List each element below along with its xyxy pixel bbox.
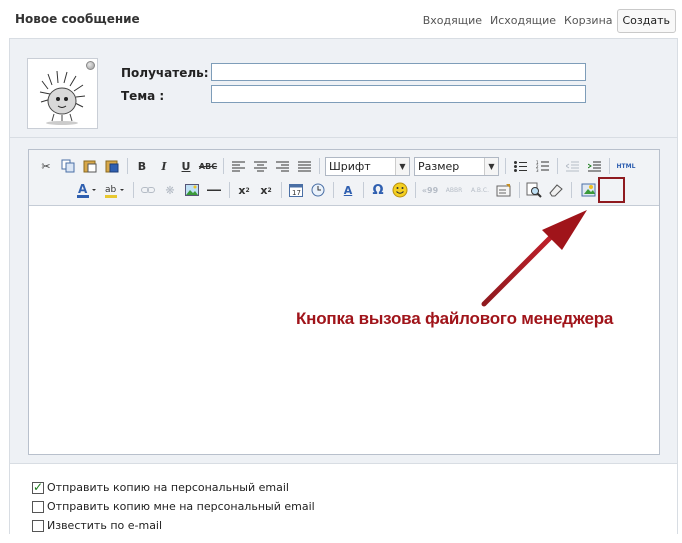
indent-icon[interactable] xyxy=(585,157,603,175)
italic-icon[interactable]: I xyxy=(155,157,173,175)
tab-inbox[interactable]: Входящие xyxy=(419,10,486,32)
calendar-icon[interactable]: 17 xyxy=(287,181,305,199)
font-style-icon[interactable]: A xyxy=(339,181,357,199)
editor-content-area[interactable] xyxy=(29,207,659,454)
option-send-copy-label: Отправить копию на персональный email xyxy=(47,481,289,494)
avatar xyxy=(27,58,98,129)
recipient-input[interactable] xyxy=(211,63,586,81)
toolbar-separator xyxy=(281,182,282,198)
editor-wrap: ✂ B I U ABC Шрифт ▼ Размер ▼ 1 2 3 HTML … xyxy=(10,139,677,463)
mail-tabs: Входящие Исходящие Корзина Создать xyxy=(419,9,676,33)
align-left-icon[interactable] xyxy=(229,157,247,175)
superscript-icon[interactable]: x2 xyxy=(257,181,275,199)
hedgehog-avatar-icon xyxy=(39,70,86,125)
recipient-area: Получатель: Тема : xyxy=(10,39,677,138)
svg-text:A: A xyxy=(78,182,88,196)
subscript-icon[interactable]: x2 xyxy=(235,181,253,199)
toolbar-separator xyxy=(519,182,520,198)
toolbar-row-2: A ab ❋ x2 x2 17 A Ω «99 ABBR A.B.C. xyxy=(75,179,605,201)
toolbar-separator xyxy=(505,158,506,174)
toolbar-separator xyxy=(557,158,558,174)
toolbar-separator xyxy=(223,158,224,174)
paste-icon[interactable] xyxy=(81,157,99,175)
chevron-down-icon: ▼ xyxy=(484,157,498,175)
option-send-copy-me[interactable]: Отправить копию мне на персональный emai… xyxy=(32,500,315,513)
preview-icon[interactable] xyxy=(525,181,543,199)
cut-icon[interactable]: ✂ xyxy=(37,157,55,175)
quote-icon[interactable]: «99 xyxy=(421,181,439,199)
align-center-icon[interactable] xyxy=(251,157,269,175)
highlight-color-icon[interactable]: ab xyxy=(103,181,127,199)
toolbar-separator xyxy=(127,158,128,174)
svg-text:3: 3 xyxy=(536,168,539,172)
option-notify-email[interactable]: Известить по e-mail xyxy=(32,519,162,532)
page-title: Новое сообщение xyxy=(15,12,140,26)
editor-toolbar: ✂ B I U ABC Шрифт ▼ Размер ▼ 1 2 3 HTML … xyxy=(29,150,659,206)
rich-text-editor: ✂ B I U ABC Шрифт ▼ Размер ▼ 1 2 3 HTML … xyxy=(28,149,660,455)
special-char-icon[interactable]: Ω xyxy=(369,181,387,199)
unlink-icon[interactable]: ❋ xyxy=(161,181,179,199)
toolbar-separator xyxy=(133,182,134,198)
status-dot-icon xyxy=(86,61,95,70)
tab-compose[interactable]: Создать xyxy=(616,9,676,33)
send-options: Отправить копию на персональный email От… xyxy=(10,463,677,543)
toolbar-separator xyxy=(415,182,416,198)
underline-icon[interactable]: U xyxy=(177,157,195,175)
html-source-icon[interactable]: HTML xyxy=(615,157,637,175)
checkbox-notify-email[interactable] xyxy=(32,519,44,532)
subject-label: Тема : xyxy=(121,89,165,103)
attributes-icon[interactable] xyxy=(495,181,513,199)
bullet-list-icon[interactable] xyxy=(511,157,529,175)
smiley-icon[interactable] xyxy=(391,181,409,199)
toolbar-separator xyxy=(609,158,610,174)
header-bar: Новое сообщение Входящие Исходящие Корзи… xyxy=(0,0,682,38)
toolbar-separator xyxy=(229,182,230,198)
recipient-label: Получатель: xyxy=(121,66,209,80)
paste-word-icon[interactable] xyxy=(103,157,121,175)
size-select[interactable]: Размер ▼ xyxy=(414,156,499,176)
tab-trash[interactable]: Корзина xyxy=(560,10,616,32)
annotation-label: Кнопка вызова файлового менеджера xyxy=(296,309,614,328)
tab-outbox[interactable]: Исходящие xyxy=(486,10,560,32)
font-select[interactable]: Шрифт ▼ xyxy=(325,156,410,176)
toolbar-separator xyxy=(571,182,572,198)
text-color-icon[interactable]: A xyxy=(75,181,99,199)
compose-frame: Получатель: Тема : ✂ B I U ABC Шрифт ▼ Р… xyxy=(9,38,678,543)
acronym-icon[interactable]: A.B.C. xyxy=(469,181,491,199)
align-justify-icon[interactable] xyxy=(295,157,313,175)
svg-text:17: 17 xyxy=(292,189,301,197)
bold-icon[interactable]: B xyxy=(133,157,151,175)
toolbar-separator xyxy=(319,158,320,174)
option-send-copy[interactable]: Отправить копию на персональный email xyxy=(32,480,289,494)
file-manager-highlight xyxy=(598,177,625,203)
subject-input[interactable] xyxy=(211,85,586,103)
size-select-value: Размер xyxy=(418,159,460,173)
checkbox-send-copy-me[interactable] xyxy=(32,500,44,513)
chevron-down-icon: ▼ xyxy=(395,157,409,175)
option-notify-email-label: Известить по e-mail xyxy=(47,519,163,532)
toolbar-row-1: ✂ B I U ABC Шрифт ▼ Размер ▼ 1 2 3 HTML xyxy=(37,155,641,177)
outdent-icon[interactable] xyxy=(563,157,581,175)
abbr-icon[interactable]: ABBR xyxy=(443,181,465,199)
strikethrough-icon[interactable]: ABC xyxy=(199,157,217,175)
image-icon[interactable] xyxy=(183,181,201,199)
eraser-icon[interactable] xyxy=(547,181,565,199)
clock-icon[interactable] xyxy=(309,181,327,199)
horizontal-rule-icon[interactable] xyxy=(205,181,223,199)
checkbox-send-copy[interactable] xyxy=(32,480,44,494)
numbered-list-icon[interactable]: 123 xyxy=(533,157,551,175)
link-icon[interactable] xyxy=(139,181,157,199)
align-right-icon[interactable] xyxy=(273,157,291,175)
toolbar-separator xyxy=(333,182,334,198)
option-send-copy-me-label: Отправить копию мне на персональный emai… xyxy=(47,500,315,513)
file-manager-icon xyxy=(581,183,596,197)
toolbar-separator xyxy=(363,182,364,198)
copy-icon[interactable] xyxy=(59,157,77,175)
font-select-value: Шрифт xyxy=(329,159,371,173)
svg-text:ab: ab xyxy=(105,185,117,195)
